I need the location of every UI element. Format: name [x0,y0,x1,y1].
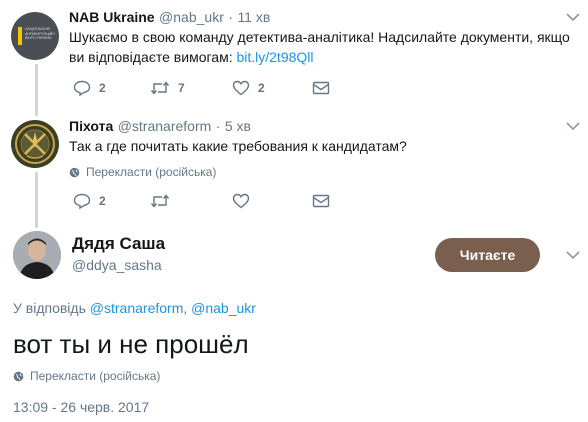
globe-icon [13,371,24,381]
author-avatar[interactable] [13,231,61,279]
chevron-down-icon[interactable] [566,12,580,22]
reply-mention[interactable]: @stranareform [90,300,184,316]
main-tweet-text: вот ты и не прошёл [13,329,249,359]
tweet-text: Так а где почитать какие требования к ка… [69,138,407,154]
author-handle[interactable]: @ddya_sasha [72,257,162,273]
nab-ukraine-avatar[interactable]: НАЦІОНАЛЬНЕ АНТИКОРУПЦІЙНЕ БЮРО УКРАЇНИ [11,12,59,60]
chevron-down-icon[interactable] [566,250,580,260]
like-action[interactable] [232,193,250,209]
tweet-link[interactable]: bit.ly/2t98Qll [236,49,313,65]
reply-mention[interactable]: @nab_ukr [191,300,256,316]
retweet-icon [150,194,170,208]
translate-link[interactable]: Перекласти (російська) [13,369,160,383]
tweet-time[interactable]: 11 хв [237,9,270,25]
tweet-time[interactable]: 5 хв [225,118,251,134]
thread-line [35,64,38,116]
reply-count: 2 [99,81,106,95]
nab-logo-text: НАЦІОНАЛЬНЕ АНТИКОРУПЦІЙНЕ БЮРО УКРАЇНИ [25,27,55,40]
author-handle[interactable]: @stranareform [118,118,212,134]
globe-icon [69,167,80,177]
nab-logo-stripe [18,27,22,45]
retweet-action[interactable]: 7 [150,80,185,96]
reply-prefix: У відповідь [13,300,86,316]
reply-action[interactable]: 2 [73,80,106,96]
translate-label: Перекласти (російська) [86,165,217,179]
tweet-header: NAB Ukraine @nab_ukr · 11 хв [69,9,270,27]
envelope-icon [312,81,330,95]
author-name[interactable]: NAB Ukraine [69,9,155,25]
military-emblem-icon [15,124,55,164]
tweet-text: Шукаємо в свою команду детектива-аналіти… [69,27,579,67]
like-action[interactable]: 2 [232,80,265,96]
retweet-count: 7 [178,81,185,95]
retweet-icon [150,81,170,95]
tweet-timestamp[interactable]: 13:09 - 26 черв. 2017 [13,399,149,415]
author-name[interactable]: Дядя Саша [72,234,165,254]
chevron-down-icon[interactable] [566,121,580,131]
dm-action[interactable] [312,80,330,96]
dm-action[interactable] [312,193,330,209]
person-photo-icon [13,231,61,279]
envelope-icon [312,194,330,208]
author-handle[interactable]: @nab_ukr [159,9,224,25]
following-button[interactable]: Читаєте [435,238,540,272]
heart-icon [232,193,250,209]
tweet-header: Піхота @stranareform · 5 хв [69,118,251,136]
reply-separator: , [183,300,188,316]
reply-context: У відповідь @stranareform, @nab_ukr [13,300,256,316]
heart-icon [232,80,250,96]
like-count: 2 [258,81,265,95]
reply-icon [73,80,91,96]
translate-label: Перекласти (російська) [30,369,161,383]
translate-link[interactable]: Перекласти (російська) [69,165,216,179]
pikhota-avatar[interactable] [11,120,59,168]
retweet-action[interactable] [150,193,170,209]
author-name[interactable]: Піхота [69,118,113,134]
thread-line [35,172,38,228]
tweet-text-body: Шукаємо в свою команду детектива-аналіти… [69,29,570,65]
reply-count: 2 [99,194,106,208]
reply-icon [73,193,91,209]
separator-dot: · [228,9,233,25]
reply-action[interactable]: 2 [73,193,106,209]
separator-dot: · [215,118,221,134]
